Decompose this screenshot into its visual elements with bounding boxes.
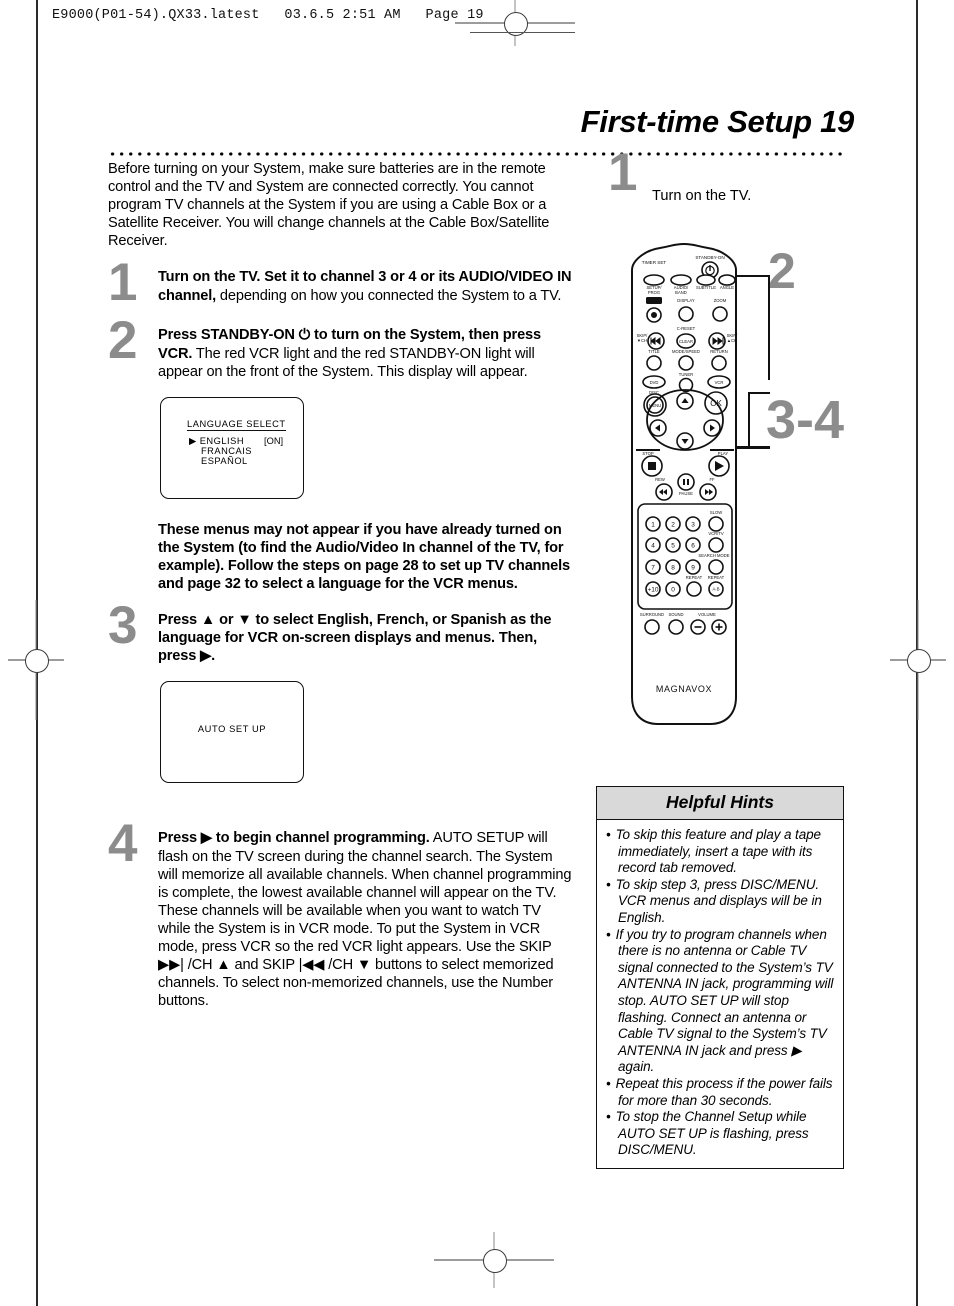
svg-text:0: 0 [671,587,675,594]
registration-mark-bottom [434,1232,554,1288]
svg-text:REW: REW [655,477,665,482]
svg-text:5: 5 [671,543,675,550]
svg-text:REPEAT: REPEAT [708,575,725,580]
svg-text:▼CH: ▼CH [637,338,647,343]
step-2-rest: The red VCR light and the red STANDBY-ON… [158,345,535,380]
svg-text:REC: REC [650,299,659,304]
remote-control-illustration: .bd{fill:#fff;stroke:#111;stroke-width:2… [624,242,850,742]
title-dotted-rule [108,148,842,156]
svg-text:6: 6 [691,543,695,550]
svg-text:BAND: BAND [675,290,687,295]
helpful-hints-box: Helpful Hints To skip this feature and p… [596,786,844,1169]
svg-text:4: 4 [651,543,655,550]
helpful-hints-list: To skip this feature and play a tape imm… [597,820,843,1168]
svg-text:SEARCH MODE: SEARCH MODE [698,553,729,558]
svg-text:SURROUND: SURROUND [640,612,664,617]
osd-language-english-state: [ON] [264,435,284,446]
osd-auto-set-up-text: AUTO SET UP [197,724,267,735]
right-step-1-text: Turn on the TV. [652,188,752,204]
step-3-number: 3 [108,596,138,656]
page-title: First-time Setup 19 [580,104,855,139]
osd-language-option-espanol: ESPAÑOL [201,455,248,466]
svg-text:TUNER: TUNER [679,372,693,377]
hint-item: Repeat this process if the power fails f… [606,1076,835,1109]
registration-mark-left [8,600,64,720]
svg-text:VCR: VCR [715,380,724,385]
step-1: 1 Turn on the TV. Set it to channel 3 or… [108,256,574,309]
osd-auto-set-up: AUTO SET UP [160,681,304,784]
registration-mark-top [455,0,575,46]
svg-text:PROG: PROG [648,290,660,295]
intro-paragraph: Before turning on your System, make sure… [108,161,550,250]
svg-text:SOUND: SOUND [668,612,683,617]
svg-text:FF: FF [709,477,715,482]
svg-text:9: 9 [691,565,695,572]
svg-text:TIMER SET: TIMER SET [642,260,667,265]
step-3-text: Press ▲ or ▼ to select English, French, … [158,611,574,665]
right-step-1-number: 1 [608,143,638,202]
svg-text:STANDBY-ON: STANDBY-ON [695,255,724,260]
svg-text:REPEAT: REPEAT [686,575,703,580]
svg-text:MODE/SPEED: MODE/SPEED [672,349,700,354]
right-column: 1 Turn on the TV. [596,146,852,204]
step-1-number: 1 [108,253,138,313]
hint-item: To skip this feature and play a tape imm… [606,827,835,877]
svg-text:TITLE: TITLE [648,349,660,354]
svg-text:ANGLE: ANGLE [720,285,734,290]
hint-item: To skip step 3, press DISC/MENU. VCR men… [606,877,835,927]
svg-text:3: 3 [691,522,695,529]
svg-text:CLEAR: CLEAR [679,339,693,344]
step-4: 4 Press ▶ to begin channel programming. … [108,817,574,1010]
hint-item: To stop the Channel Setup while AUTO SET… [606,1109,835,1159]
svg-text:▲CH: ▲CH [727,338,737,343]
step-2: 2 Press STANDBY-ON ⏻ to turn on the Syst… [108,314,574,380]
svg-text:1: 1 [651,522,655,529]
step-1-text: Turn on the TV. Set it to channel 3 or 4… [158,268,574,304]
svg-text:VCR/TV: VCR/TV [708,531,724,536]
step-4-rest: AUTO SETUP will flash on the TV screen d… [158,830,572,1010]
right-step-1: 1 Turn on the TV. [596,146,852,204]
svg-text:7: 7 [651,565,655,572]
hint-item: If you try to program channels when ther… [606,927,835,1076]
remote-control-svg: .bd{fill:#fff;stroke:#111;stroke-width:2… [631,242,738,725]
step-3: 3 Press ▲ or ▼ to select English, French… [108,599,574,665]
note-block: These menus may not appear if you have a… [108,521,574,593]
svg-text:RETURN: RETURN [710,349,727,354]
step-4-number: 4 [108,814,138,874]
svg-text:MAGNAVOX: MAGNAVOX [656,684,712,694]
svg-text:SLOW: SLOW [710,510,722,515]
print-header: E9000(P01-54).QX33.latest 03.6.5 2:51 AM… [52,8,484,23]
svg-text:DISPLAY: DISPLAY [677,298,695,303]
svg-text:A-B: A-B [713,587,720,592]
osd-language-option-francais: FRANCAIS [201,445,253,456]
step-2-number: 2 [108,311,138,371]
svg-text:2: 2 [671,522,675,529]
osd-language-title: LANGUAGE SELECT [187,418,286,431]
print-header-rule [470,32,575,34]
registration-mark-right [890,600,946,720]
step-3-bold: Press ▲ or ▼ to select English, French, … [158,612,552,665]
step-2-text: Press STANDBY-ON ⏻ to turn on the System… [158,326,574,380]
left-column: Before turning on your System, make sure… [108,160,574,1010]
step-4-bold: Press ▶ to begin channel programming. [158,830,430,847]
note-text: These menus may not appear if you have a… [158,521,571,593]
svg-text:SUBTITLE: SUBTITLE [696,285,716,290]
svg-text:C-RESET: C-RESET [677,326,696,331]
step-1-rest: depending on how you connected the Syste… [216,287,562,304]
svg-text:8: 8 [671,565,675,572]
svg-text:+10: +10 [647,587,658,594]
helpful-hints-header: Helpful Hints [597,787,843,820]
osd-language-select: LANGUAGE SELECT ▶ ENGLISH [ON] FRANCAIS … [160,396,304,499]
step-4-text: Press ▶ to begin channel programming. AU… [158,829,574,1010]
svg-text:PAUSE: PAUSE [679,491,693,496]
svg-text:ZOOM: ZOOM [714,298,727,303]
svg-text:VOLUME: VOLUME [698,612,716,617]
svg-text:DVD: DVD [650,380,659,385]
